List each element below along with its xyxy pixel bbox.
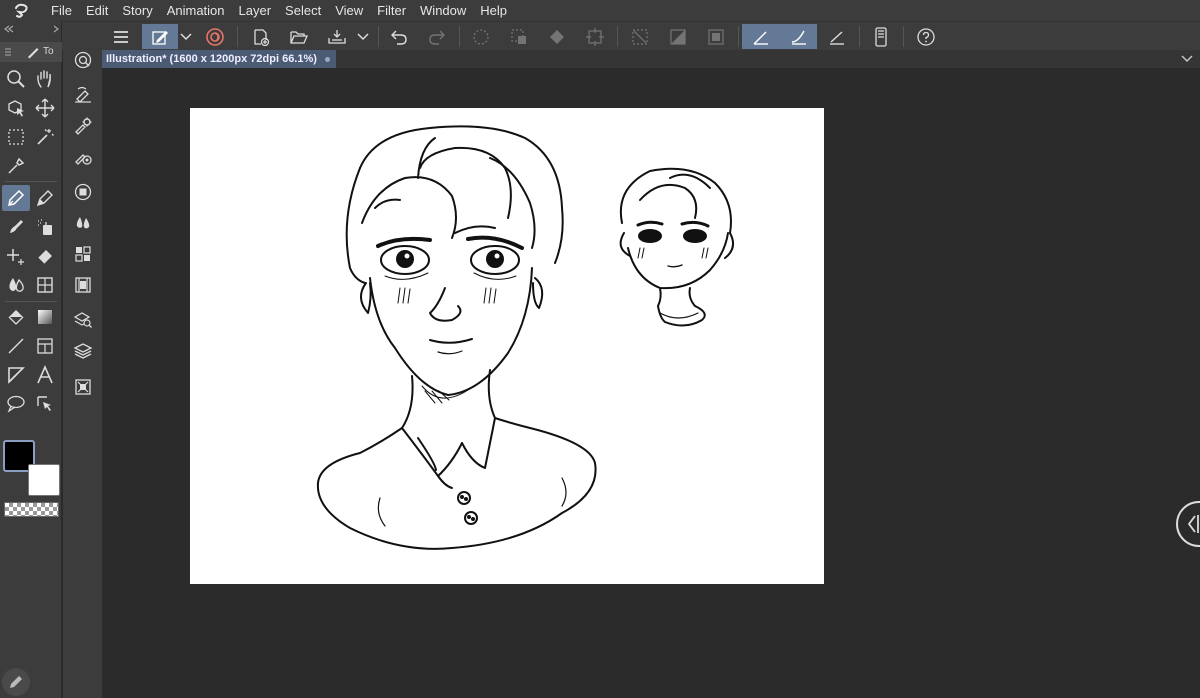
move-layer-icon[interactable]: [31, 95, 59, 121]
menu-layer[interactable]: Layer: [232, 0, 279, 21]
clip-studio-logo-icon[interactable]: [200, 24, 230, 49]
menu-bar: File Edit Story Animation Layer Select V…: [0, 0, 1200, 21]
line-art-drawing: [316, 125, 735, 550]
snap-to-grid-icon[interactable]: [822, 24, 852, 49]
eyedropper-icon[interactable]: [2, 153, 30, 179]
eraser-tool-icon[interactable]: [31, 243, 59, 269]
menu-file[interactable]: File: [44, 0, 79, 21]
ink-drops-icon[interactable]: [69, 210, 97, 236]
text-tool-icon[interactable]: [31, 362, 59, 388]
pen-tab-icon: [28, 48, 39, 59]
fill-tool-icon[interactable]: [2, 304, 30, 330]
pen-pressure-button[interactable]: [2, 668, 30, 696]
deselect-icon[interactable]: [466, 24, 496, 49]
brush-tool-icon[interactable]: [2, 214, 30, 240]
tool-panel-tab-label: To: [43, 46, 54, 57]
menu-edit[interactable]: Edit: [79, 0, 115, 21]
layer-property-icon[interactable]: [69, 179, 97, 205]
new-canvas-icon[interactable]: [246, 24, 276, 49]
decoration-tool-icon[interactable]: [2, 243, 30, 269]
crop-selection-icon[interactable]: [701, 24, 731, 49]
hamburger-menu-icon[interactable]: [106, 24, 136, 49]
gradient-tool-icon[interactable]: [31, 304, 59, 330]
color-set-icon[interactable]: [69, 241, 97, 267]
balloon-tool-icon[interactable]: [2, 391, 30, 417]
ruler-tool-icon[interactable]: [2, 362, 30, 388]
collapse-left-icon[interactable]: [4, 25, 14, 33]
tab-list-chevron-icon[interactable]: [1180, 52, 1194, 66]
clear-outside-icon[interactable]: [625, 24, 655, 49]
menu-window[interactable]: Window: [413, 0, 473, 21]
grip-icon: [5, 48, 11, 56]
pen-target-icon[interactable]: [69, 144, 97, 170]
chevron-left-icon: [1187, 515, 1199, 533]
menu-filter[interactable]: Filter: [370, 0, 413, 21]
smartphone-icon[interactable]: [866, 24, 896, 49]
tool-panel-tab[interactable]: To: [0, 42, 62, 62]
chevron-down-icon[interactable]: [178, 24, 194, 49]
transform-selection-icon[interactable]: [504, 24, 534, 49]
menu-view[interactable]: View: [328, 0, 370, 21]
collapse-right-icon[interactable]: [53, 25, 59, 33]
unsaved-dot-icon: [324, 56, 330, 62]
document-tab-title: Illustration* (1600 x 1200px 72dpi 66.1%…: [106, 53, 317, 65]
layer-search-icon[interactable]: [69, 307, 97, 333]
panel-header: [0, 21, 62, 39]
airbrush-tool-icon[interactable]: [31, 214, 59, 240]
edit-mode-icon[interactable]: [142, 24, 178, 49]
clip-logo-icon[interactable]: [0, 0, 44, 21]
pencil-tool-icon[interactable]: [31, 185, 59, 211]
fill-icon[interactable]: [542, 24, 572, 49]
zoom-tool-icon[interactable]: [2, 66, 30, 92]
navigator-icon[interactable]: [69, 374, 97, 400]
save-tray-icon[interactable]: [322, 24, 352, 49]
help-icon[interactable]: [911, 24, 941, 49]
menu-story[interactable]: Story: [115, 0, 159, 21]
open-folder-icon[interactable]: [284, 24, 314, 49]
operation-tool-icon[interactable]: [2, 95, 30, 121]
invert-selection-icon[interactable]: [663, 24, 693, 49]
snap-to-ruler-icon[interactable]: [742, 24, 780, 49]
command-bar: [0, 21, 1200, 50]
pencil-icon: [10, 676, 22, 688]
menu-animation[interactable]: Animation: [160, 0, 232, 21]
sub-color-swatch[interactable]: [28, 464, 60, 496]
menu-help[interactable]: Help: [473, 0, 514, 21]
pen-tool-icon[interactable]: [2, 185, 30, 211]
frame-border-icon[interactable]: [31, 333, 59, 359]
figure-frame-icon[interactable]: [31, 272, 59, 298]
redo-icon[interactable]: [422, 24, 452, 49]
clip-studio-window: File Edit Story Animation Layer Select V…: [0, 0, 1200, 698]
selection-tool-icon[interactable]: [2, 124, 30, 150]
chevron-down-icon[interactable]: [352, 24, 374, 49]
undo-icon[interactable]: [384, 24, 414, 49]
auto-select-wand-icon[interactable]: [31, 124, 59, 150]
blend-tool-icon[interactable]: [2, 272, 30, 298]
drawing-canvas[interactable]: [190, 108, 824, 584]
snap-to-special-ruler-icon[interactable]: [780, 24, 817, 49]
layers-icon[interactable]: [69, 338, 97, 364]
free-transform-icon[interactable]: [580, 24, 610, 49]
sub-tool-column: [63, 50, 102, 698]
pen-gear-icon[interactable]: [69, 113, 97, 139]
sub-tool-settings-icon[interactable]: [69, 47, 97, 73]
expand-panel-handle[interactable]: [1176, 501, 1200, 547]
tool-panel: To: [0, 21, 62, 698]
canvas-workspace[interactable]: [102, 68, 1200, 698]
hand-tool-icon[interactable]: [31, 66, 59, 92]
pen-settings-icon[interactable]: [69, 82, 97, 108]
menu-select[interactable]: Select: [278, 0, 328, 21]
document-tab-bar: Illustration* (1600 x 1200px 72dpi 66.1%…: [102, 50, 1200, 68]
correct-line-icon[interactable]: [31, 391, 59, 417]
timeline-film-icon[interactable]: [69, 272, 97, 298]
document-tab[interactable]: Illustration* (1600 x 1200px 72dpi 66.1%…: [102, 50, 336, 68]
transparent-color-swatch[interactable]: [4, 502, 59, 517]
line-tool-icon[interactable]: [2, 333, 30, 359]
